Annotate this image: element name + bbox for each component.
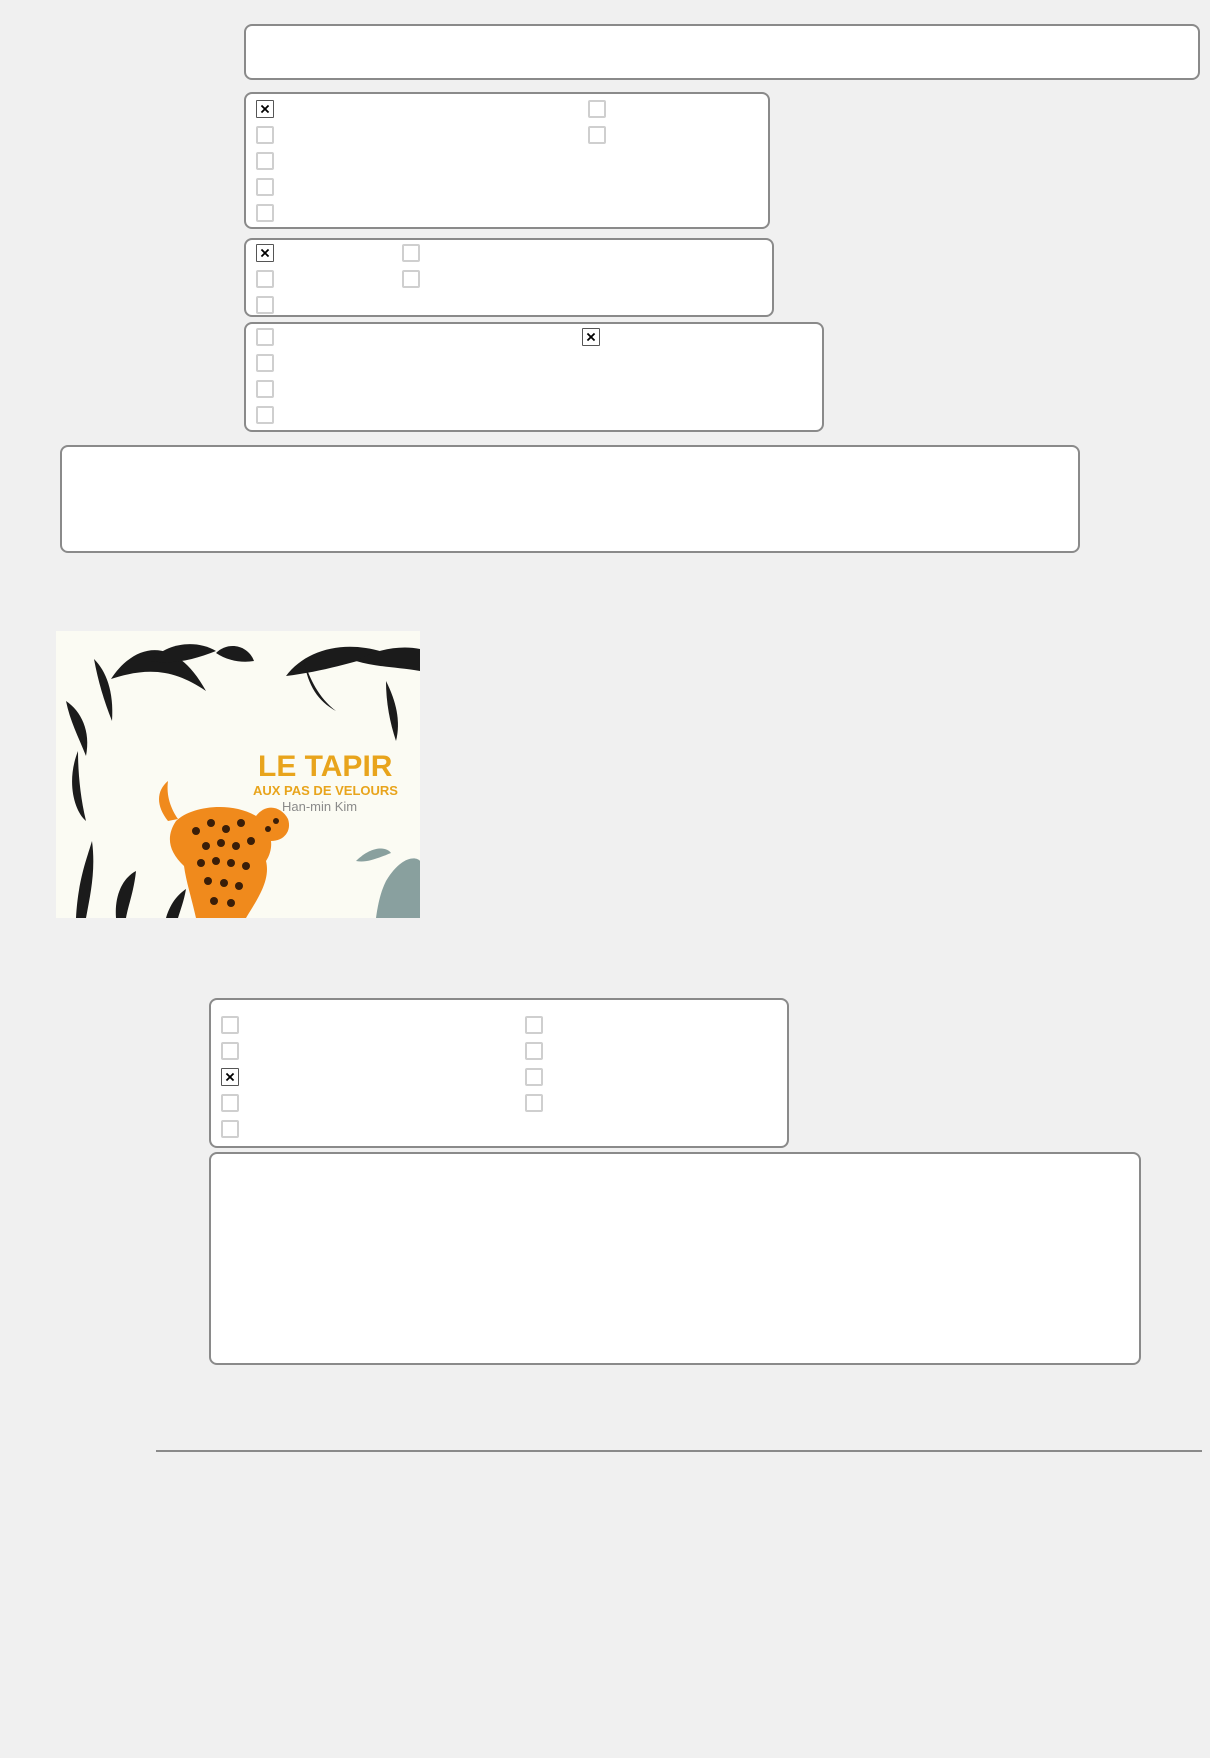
checkbox-option[interactable] <box>221 1094 239 1112</box>
checkbox-option[interactable] <box>256 178 274 196</box>
checkbox-group-3 <box>244 322 824 432</box>
checkbox-option[interactable] <box>256 204 274 222</box>
checkbox-option[interactable] <box>221 1016 239 1034</box>
checkbox-option[interactable] <box>256 296 274 314</box>
checkbox-option[interactable] <box>256 244 274 262</box>
cover-author: Han-min Kim <box>282 799 357 814</box>
checkbox-option[interactable] <box>256 380 274 398</box>
form-page: LE TAPIR AUX PAS DE VELOURS Han-min Kim <box>0 0 1210 1758</box>
check-x-icon <box>260 104 270 114</box>
horizontal-divider <box>156 1450 1202 1452</box>
checkbox-option[interactable] <box>256 100 274 118</box>
check-x-icon <box>586 332 596 342</box>
checkbox-group-1 <box>244 92 770 229</box>
checkbox-option[interactable] <box>525 1094 543 1112</box>
checkbox-group-2 <box>244 238 774 317</box>
checkbox-option[interactable] <box>402 244 420 262</box>
book-cover-image: LE TAPIR AUX PAS DE VELOURS Han-min Kim <box>56 631 420 918</box>
checkbox-option[interactable] <box>256 406 274 424</box>
checkbox-option[interactable] <box>402 270 420 288</box>
check-x-icon <box>260 248 270 258</box>
checkbox-option[interactable] <box>582 328 600 346</box>
check-x-icon <box>225 1072 235 1082</box>
checkbox-option[interactable] <box>256 270 274 288</box>
checkbox-option[interactable] <box>588 100 606 118</box>
checkbox-option[interactable] <box>256 152 274 170</box>
checkbox-option[interactable] <box>588 126 606 144</box>
book-cover-illustration: LE TAPIR AUX PAS DE VELOURS Han-min Kim <box>56 631 420 918</box>
checkbox-option[interactable] <box>221 1068 239 1086</box>
text-area-middle[interactable] <box>60 445 1080 553</box>
cover-subtitle: AUX PAS DE VELOURS <box>253 783 398 798</box>
checkbox-option[interactable] <box>256 328 274 346</box>
checkbox-option[interactable] <box>221 1042 239 1060</box>
checkbox-option[interactable] <box>525 1016 543 1034</box>
checkbox-option[interactable] <box>221 1120 239 1138</box>
cover-title: LE TAPIR <box>258 750 393 783</box>
checkbox-option[interactable] <box>256 354 274 372</box>
checkbox-option[interactable] <box>525 1042 543 1060</box>
text-area-bottom[interactable] <box>209 1152 1141 1365</box>
checkbox-group-4 <box>209 998 789 1148</box>
checkbox-option[interactable] <box>525 1068 543 1086</box>
checkbox-option[interactable] <box>256 126 274 144</box>
text-field-top[interactable] <box>244 24 1200 80</box>
